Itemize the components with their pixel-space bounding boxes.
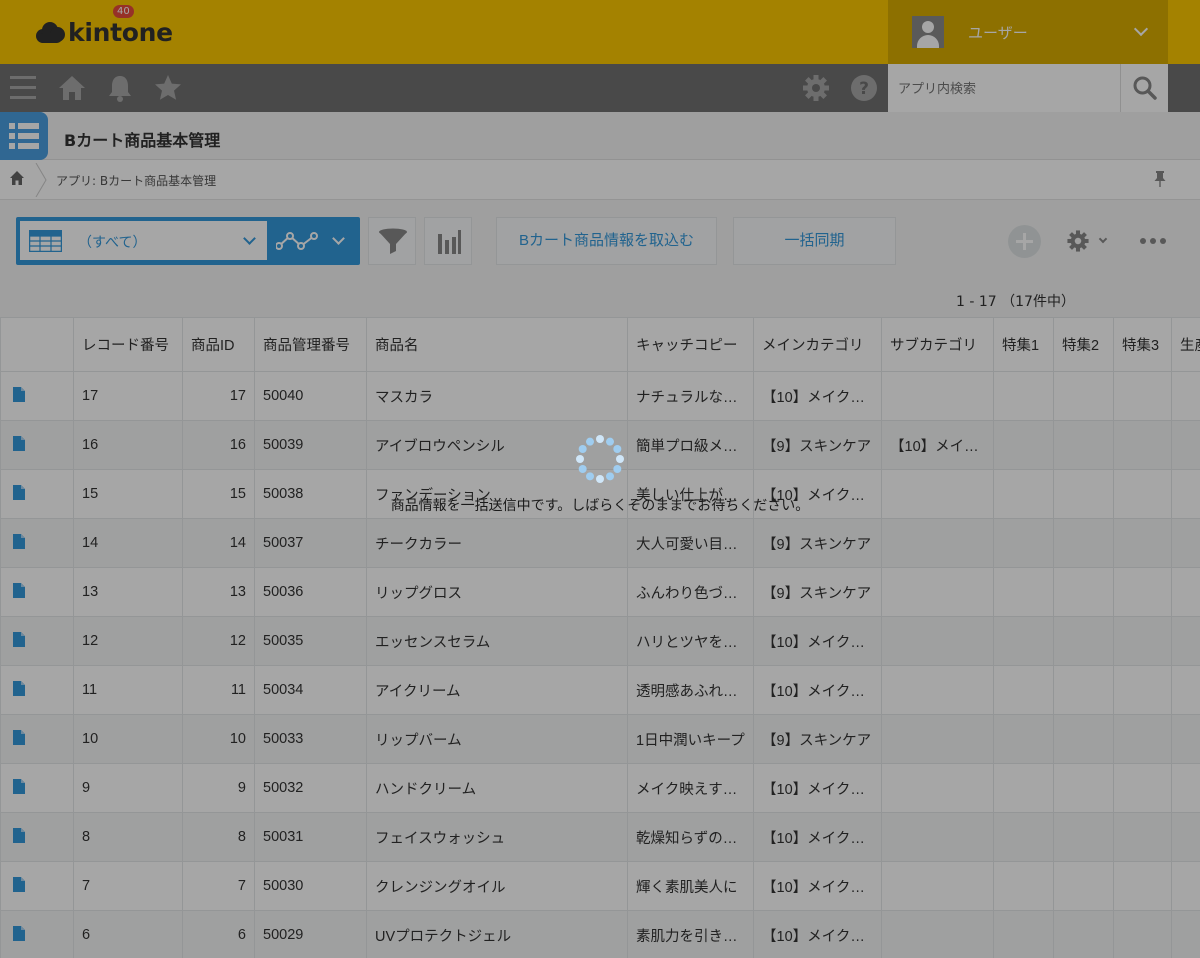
spinner-dot xyxy=(606,472,614,481)
spinner-dot xyxy=(613,465,622,473)
spinner-dot xyxy=(578,445,587,453)
spinner-dot xyxy=(606,437,614,446)
spinner-dot xyxy=(616,455,624,463)
loading-message: 商品情報を一括送信中です。しばらくそのままでお待ちください。 xyxy=(390,498,810,514)
spinner-dot xyxy=(586,437,594,446)
spinner-dot xyxy=(578,465,587,473)
spinner-dot xyxy=(596,435,604,443)
spinner-dot xyxy=(576,455,584,463)
loading-overlay: 商品情報を一括送信中です。しばらくそのままでお待ちください。 xyxy=(0,0,1200,958)
spinner-dot xyxy=(586,472,594,481)
spinner-dot xyxy=(596,475,604,483)
spinner-dot xyxy=(613,445,622,453)
loading-spinner-icon xyxy=(576,435,624,483)
